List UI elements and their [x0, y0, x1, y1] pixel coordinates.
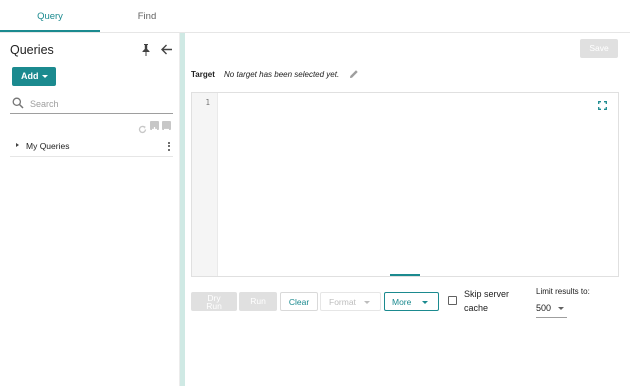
panel-resize-divider[interactable]: [180, 33, 185, 386]
tab-find[interactable]: Find: [97, 0, 197, 32]
limit-value: 500: [536, 303, 552, 313]
save-button[interactable]: Save: [580, 39, 618, 58]
chevron-down-icon: [42, 75, 48, 78]
caret-right-icon[interactable]: [16, 143, 19, 147]
search-box: [10, 94, 173, 114]
format-button[interactable]: Format: [320, 292, 381, 311]
queries-panel: Queries Add My Queries: [0, 33, 180, 386]
fullscreen-icon[interactable]: [598, 101, 607, 110]
add-button-label: Add: [21, 71, 39, 81]
limit-select[interactable]: 500: [536, 300, 567, 318]
format-label: Format: [329, 297, 356, 307]
plus-icon[interactable]: [150, 121, 159, 132]
skip-cache-checkbox[interactable]: [448, 296, 457, 305]
line-gutter: 1: [192, 93, 218, 276]
more-label: More: [392, 297, 412, 307]
add-button[interactable]: Add: [12, 67, 56, 86]
chevron-down-icon: [558, 307, 564, 310]
arrow-left-icon[interactable]: [160, 43, 173, 56]
search-input[interactable]: [30, 96, 170, 111]
clear-button[interactable]: Clear: [280, 292, 318, 311]
tree-item-my-queries[interactable]: My Queries: [10, 137, 173, 157]
chevron-down-icon: [422, 301, 428, 304]
dry-run-button[interactable]: Dry Run: [191, 292, 237, 311]
tab-query[interactable]: Query: [0, 0, 100, 32]
refresh-icon[interactable]: [138, 121, 147, 134]
run-button[interactable]: Run: [239, 292, 277, 311]
minus-icon[interactable]: [162, 121, 171, 131]
pin-icon[interactable]: [141, 44, 151, 56]
panel-title: Queries: [10, 43, 54, 57]
tab-bar: Query Find: [0, 0, 630, 33]
tree-item-label: My Queries: [26, 141, 70, 151]
query-editor[interactable]: 1: [191, 92, 619, 277]
target-value: No target has been selected yet.: [224, 70, 340, 79]
more-vert-icon[interactable]: [167, 141, 171, 152]
pencil-icon[interactable]: [349, 69, 359, 79]
skip-cache-label: Skip server cache: [464, 289, 510, 313]
limit-label: Limit results to:: [536, 287, 590, 296]
more-button[interactable]: More: [384, 292, 439, 311]
editor-resize-handle[interactable]: [390, 274, 420, 276]
dry-run-label: Dry Run: [206, 293, 222, 311]
chevron-down-icon: [364, 301, 370, 304]
target-label: Target: [191, 70, 215, 79]
line-number: 1: [205, 98, 210, 107]
search-icon: [12, 97, 24, 109]
